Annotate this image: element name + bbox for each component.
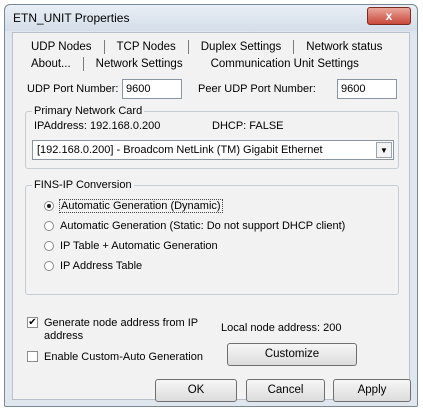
fins-option-ip-address-table[interactable]: IP Address Table xyxy=(44,260,142,272)
dialog-client-area: UDP Nodes TCP Nodes Duplex Settings Netw… xyxy=(12,32,410,400)
custom-auto-generation-label: Enable Custom-Auto Generation xyxy=(44,351,203,363)
tab-duplex-settings[interactable]: Duplex Settings xyxy=(197,41,286,53)
properties-dialog: ETN_UNIT Properties x UDP Nodes TCP Node… xyxy=(4,4,418,407)
radio-icon[interactable] xyxy=(44,241,54,251)
tab-divider xyxy=(187,40,189,54)
local-node-address-text: Local node address: 200 xyxy=(221,322,342,334)
fins-option-label: Automatic Generation (Static: Do not sup… xyxy=(60,220,346,232)
fins-option-static[interactable]: Automatic Generation (Static: Do not sup… xyxy=(44,220,345,232)
tab-row-2: About... Network Settings Communication … xyxy=(27,56,363,72)
tab-network-settings[interactable]: Network Settings xyxy=(91,58,187,70)
fins-option-label: Automatic Generation (Dynamic) xyxy=(59,199,223,213)
tab-divider xyxy=(82,57,84,71)
peer-udp-port-input[interactable] xyxy=(337,79,397,99)
tab-network-status[interactable]: Network status xyxy=(302,41,386,53)
tab-divider xyxy=(293,40,295,54)
tab-udp-nodes[interactable]: UDP Nodes xyxy=(27,41,96,53)
tab-divider xyxy=(103,40,105,54)
fins-ip-conversion-label: FINS-IP Conversion xyxy=(32,179,134,191)
custom-auto-generation-checkbox[interactable]: Enable Custom-Auto Generation xyxy=(27,351,203,363)
tab-about[interactable]: About... xyxy=(27,58,75,70)
fins-option-dynamic[interactable]: Automatic Generation (Dynamic) xyxy=(44,199,223,213)
radio-icon[interactable] xyxy=(44,221,54,231)
primary-network-card-label: Primary Network Card xyxy=(32,105,145,117)
network-card-select-value: [192.168.0.200] - Broadcom NetLink (TM) … xyxy=(37,144,323,156)
radio-selected-icon[interactable] xyxy=(44,201,54,211)
ok-button[interactable]: OK xyxy=(155,379,237,402)
udp-port-label: UDP Port Number: xyxy=(27,83,119,95)
dhcp-status-text: DHCP: FALSE xyxy=(212,120,284,132)
cancel-button[interactable]: Cancel xyxy=(246,379,325,402)
ip-address-text: IPAddress: 192.168.0.200 xyxy=(34,120,161,132)
generate-node-address-label: Generate node address from IP address xyxy=(44,317,198,342)
checkbox-checked-icon[interactable]: ✔ xyxy=(27,317,38,328)
network-card-select[interactable]: [192.168.0.200] - Broadcom NetLink (TM) … xyxy=(32,140,394,160)
close-icon: x xyxy=(385,9,393,23)
chevron-down-icon[interactable]: ▼ xyxy=(376,142,392,158)
tab-communication-unit-settings[interactable]: Communication Unit Settings xyxy=(207,58,363,70)
title-bar[interactable]: ETN_UNIT Properties x xyxy=(5,5,417,31)
close-button[interactable]: x xyxy=(367,7,411,25)
peer-udp-port-label: Peer UDP Port Number: xyxy=(198,83,316,95)
radio-icon[interactable] xyxy=(44,261,54,271)
checkbox-icon[interactable] xyxy=(27,351,38,362)
tab-tcp-nodes[interactable]: TCP Nodes xyxy=(113,41,180,53)
generate-node-address-checkbox[interactable]: ✔ Generate node address from IP address xyxy=(27,317,207,343)
tab-row-1: UDP Nodes TCP Nodes Duplex Settings Netw… xyxy=(27,39,386,55)
primary-network-card-group: Primary Network Card IPAddress: 192.168.… xyxy=(25,105,399,169)
fins-option-label: IP Address Table xyxy=(60,260,143,272)
udp-port-input[interactable] xyxy=(122,79,182,99)
window-title: ETN_UNIT Properties xyxy=(13,11,130,25)
fins-option-ip-table-auto[interactable]: IP Table + Automatic Generation xyxy=(44,240,218,252)
fins-ip-conversion-group: FINS-IP Conversion Automatic Generation … xyxy=(25,179,399,295)
customize-button[interactable]: Customize xyxy=(227,343,357,366)
fins-option-label: IP Table + Automatic Generation xyxy=(60,240,218,252)
apply-button[interactable]: Apply xyxy=(333,379,411,402)
